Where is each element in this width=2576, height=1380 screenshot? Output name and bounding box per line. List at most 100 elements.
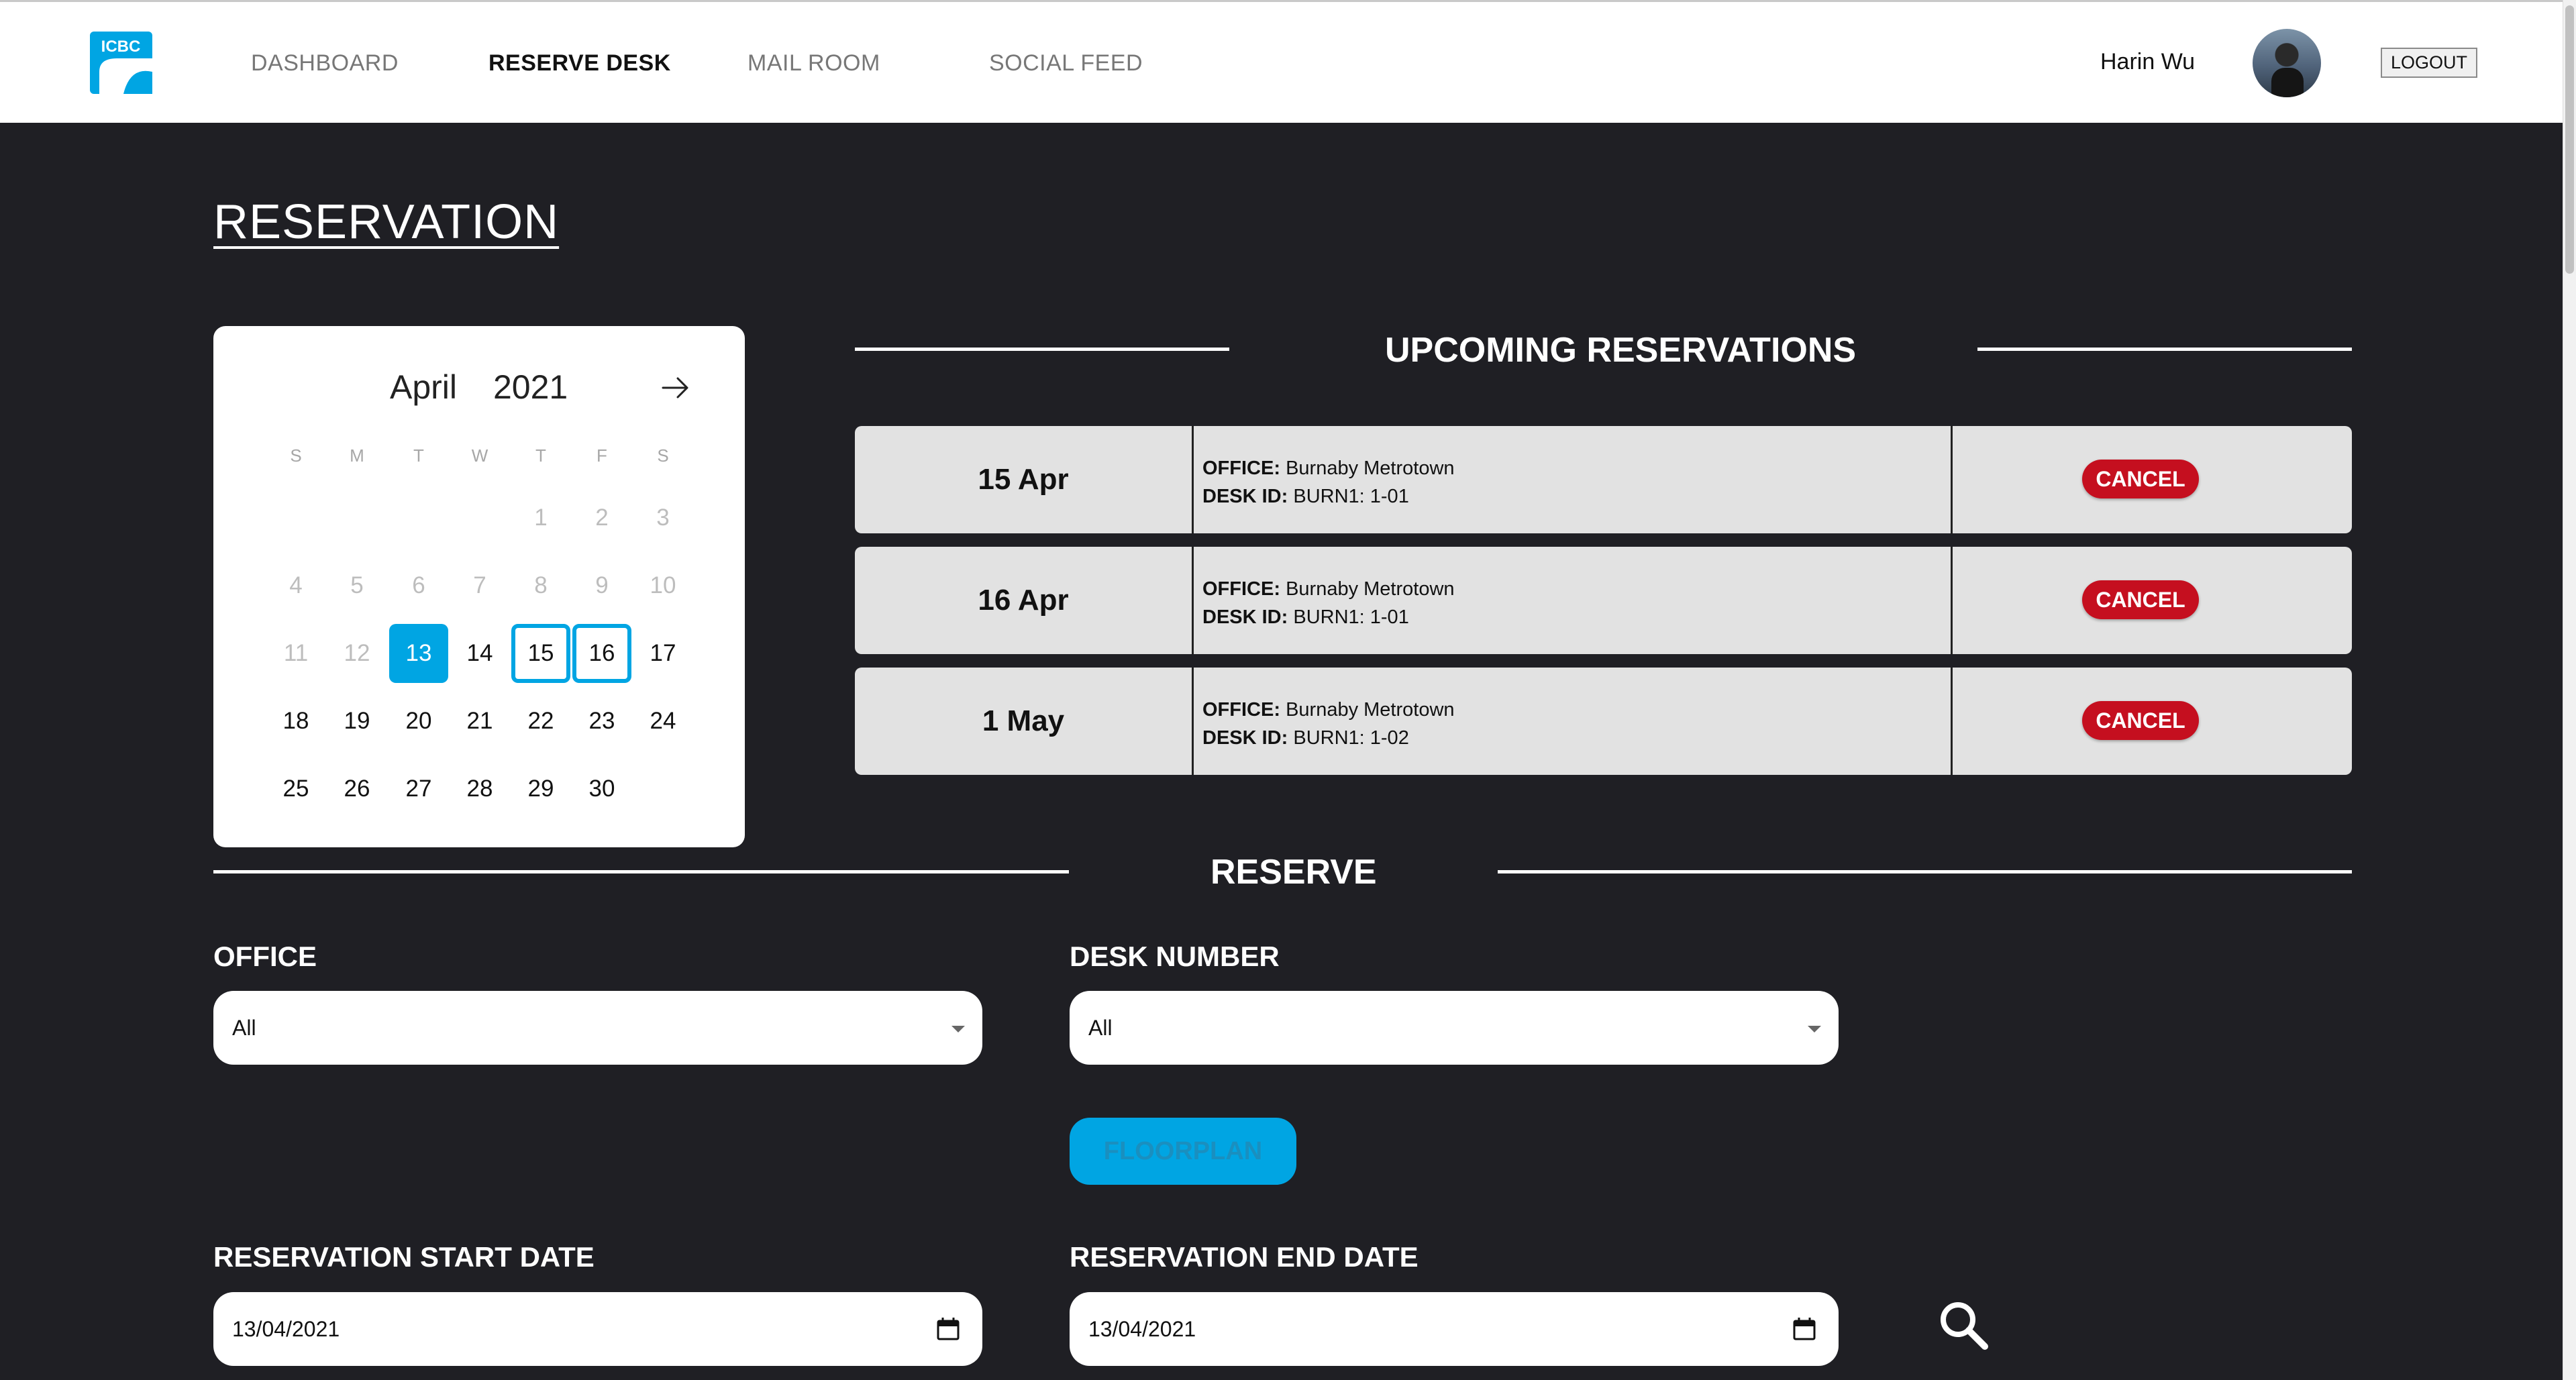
reservation-desk: DESK ID: BURN1: 1-01: [1202, 603, 1455, 631]
divider-line: [1977, 348, 2352, 351]
chevron-down-icon: [951, 1026, 965, 1032]
reservation-row: 16 Apr OFFICE: Burnaby Metrotown DESK ID: …: [855, 547, 2352, 654]
reservation-office: OFFICE: Burnaby Metrotown: [1202, 575, 1455, 603]
divider-line: [1498, 870, 2352, 873]
calendar-day[interactable]: 29: [511, 759, 570, 818]
user-avatar[interactable]: [2253, 29, 2321, 97]
calendar-day[interactable]: 15: [511, 624, 570, 683]
office-select-value: All: [232, 1016, 256, 1040]
reservation-date: 15 Apr: [978, 463, 1069, 496]
desk-number-label: DESK NUMBER: [1070, 941, 1280, 972]
column-divider: [1951, 668, 1953, 775]
start-date-input[interactable]: 13/04/2021: [213, 1292, 982, 1366]
calendar-day: 3: [656, 505, 670, 531]
top-nav-bar: ICBC DASHBOARD RESERVE DESK MAIL ROOM SO…: [0, 0, 2563, 123]
arrow-right-icon[interactable]: [659, 371, 692, 405]
calendar-day[interactable]: 17: [633, 624, 692, 683]
calendar-day[interactable]: 25: [266, 759, 325, 818]
start-date-label: RESERVATION START DATE: [213, 1241, 595, 1273]
office-select[interactable]: All: [213, 991, 982, 1065]
column-divider: [1951, 426, 1953, 533]
calendar-day[interactable]: 18: [266, 692, 325, 751]
column-divider: [1192, 547, 1194, 654]
search-icon[interactable]: [1937, 1298, 1990, 1352]
weekday-label: F: [597, 445, 607, 466]
calendar-day[interactable]: 13: [389, 624, 448, 683]
calendar-day[interactable]: 20: [389, 692, 448, 751]
calendar-day[interactable]: 27: [389, 759, 448, 818]
floorplan-button[interactable]: FLOORPLAN: [1070, 1118, 1296, 1185]
calendar-day[interactable]: 16: [572, 624, 631, 683]
calendar-icon[interactable]: [935, 1316, 961, 1342]
column-divider: [1192, 426, 1194, 533]
calendar-day[interactable]: 14: [450, 624, 509, 683]
divider-line: [855, 348, 1229, 351]
office-key: OFFICE:: [1202, 578, 1280, 600]
reservation-office: OFFICE: Burnaby Metrotown: [1202, 696, 1455, 724]
desk-key: DESK ID:: [1202, 606, 1288, 628]
weekday-label: T: [413, 445, 424, 466]
column-divider: [1192, 668, 1194, 775]
office-label: OFFICE: [213, 941, 317, 972]
reserve-title: RESERVE: [1210, 853, 1377, 892]
column-divider: [1951, 547, 1953, 654]
page-scrollbar[interactable]: [2563, 0, 2576, 1380]
scrollbar-thumb[interactable]: [2565, 5, 2574, 274]
logout-button[interactable]: LOGOUT: [2381, 48, 2477, 78]
nav-dashboard[interactable]: DASHBOARD: [251, 50, 399, 76]
calendar-day[interactable]: 22: [511, 692, 570, 751]
reservation-details: OFFICE: Burnaby Metrotown DESK ID: BURN1:…: [1202, 575, 1455, 631]
page-title: RESERVATION: [213, 195, 560, 249]
office-value: Burnaby Metrotown: [1286, 699, 1455, 721]
cancel-button[interactable]: CANCEL: [2082, 701, 2199, 740]
desk-value: BURN1: 1-01: [1293, 606, 1409, 628]
calendar-day: 2: [595, 505, 609, 531]
nav-mail-room[interactable]: MAIL ROOM: [748, 50, 880, 76]
weekday-label: T: [535, 445, 546, 466]
reservation-date: 16 Apr: [978, 584, 1069, 617]
calendar-icon[interactable]: [1792, 1316, 1817, 1342]
calendar-day[interactable]: 26: [327, 759, 387, 818]
calendar-year: 2021: [493, 368, 568, 406]
cancel-button[interactable]: CANCEL: [2082, 460, 2199, 498]
nav-reserve-desk[interactable]: RESERVE DESK: [488, 50, 671, 76]
calendar-day: 9: [595, 572, 609, 598]
reservation-date: 1 May: [982, 704, 1065, 737]
office-value: Burnaby Metrotown: [1286, 578, 1455, 600]
cancel-button[interactable]: CANCEL: [2082, 580, 2199, 619]
desk-value: BURN1: 1-01: [1293, 486, 1409, 507]
calendar-day[interactable]: 23: [572, 692, 631, 751]
calendar-day[interactable]: 30: [572, 759, 631, 818]
reservation-row: 1 May OFFICE: Burnaby Metrotown DESK ID: B…: [855, 668, 2352, 775]
calendar-day[interactable]: 19: [327, 692, 387, 751]
chevron-down-icon: [1808, 1026, 1821, 1032]
desk-value: BURN1: 1-02: [1293, 727, 1409, 749]
office-key: OFFICE:: [1202, 699, 1280, 721]
nav-social-feed[interactable]: SOCIAL FEED: [989, 50, 1143, 76]
upcoming-reservations-title: UPCOMING RESERVATIONS: [1385, 331, 1857, 370]
office-key: OFFICE:: [1202, 458, 1280, 479]
user-name: Harin Wu: [2100, 49, 2196, 74]
reservation-row: 15 Apr OFFICE: Burnaby Metrotown DESK ID: …: [855, 426, 2352, 533]
end-date-input[interactable]: 13/04/2021: [1070, 1292, 1839, 1366]
weekday-label: S: [657, 445, 669, 466]
calendar-day: 12: [344, 640, 370, 666]
calendar-month: April: [390, 368, 458, 406]
reservation-details: OFFICE: Burnaby Metrotown DESK ID: BURN1:…: [1202, 454, 1455, 511]
reservation-office: OFFICE: Burnaby Metrotown: [1202, 454, 1455, 482]
icbc-logo[interactable]: ICBC: [90, 32, 152, 94]
desk-number-select-value: All: [1088, 1016, 1113, 1040]
calendar-day[interactable]: 28: [450, 759, 509, 818]
calendar-day: 6: [412, 572, 425, 598]
end-date-label: RESERVATION END DATE: [1070, 1241, 1419, 1273]
office-value: Burnaby Metrotown: [1286, 458, 1455, 479]
weekday-label: M: [350, 445, 364, 466]
calendar-day[interactable]: 24: [633, 692, 692, 751]
calendar-day: 4: [289, 572, 303, 598]
desk-number-select[interactable]: All: [1070, 991, 1839, 1065]
weekday-label: S: [290, 445, 302, 466]
calendar-day[interactable]: 21: [450, 692, 509, 751]
calendar-day: 8: [534, 572, 548, 598]
calendar-day: 10: [650, 572, 676, 598]
svg-text:ICBC: ICBC: [101, 38, 141, 56]
